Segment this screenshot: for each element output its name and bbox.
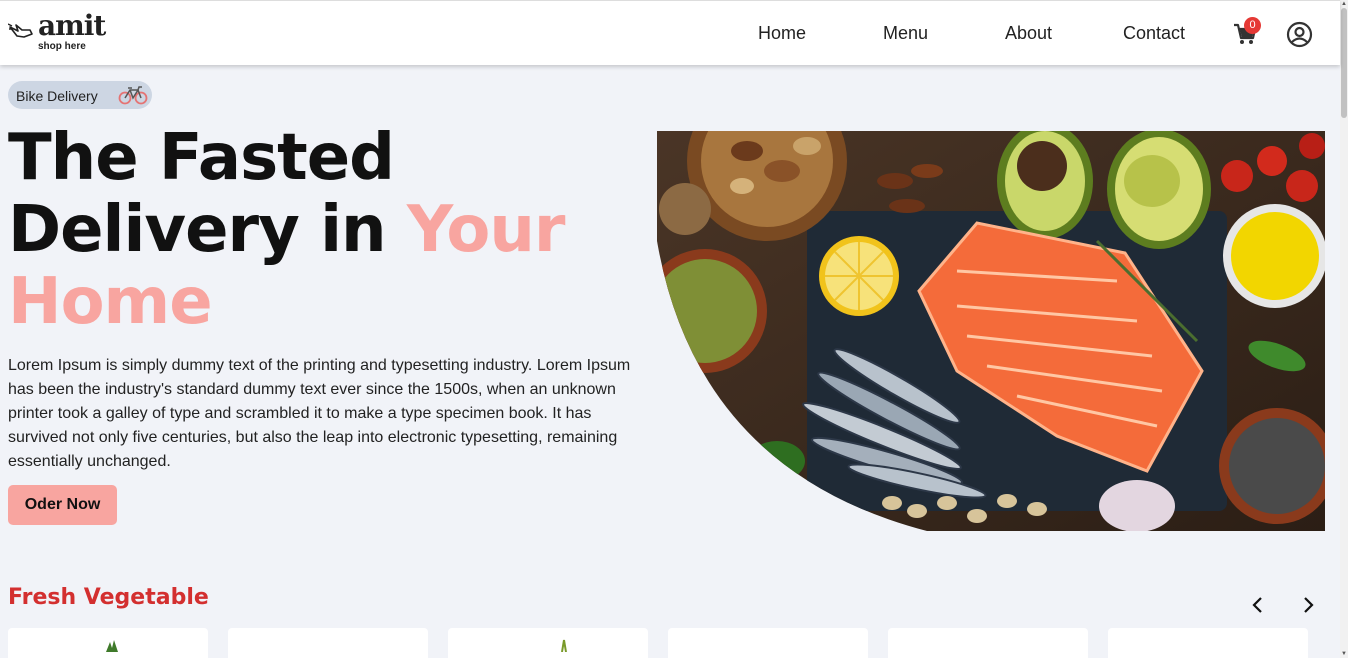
product-card[interactable]	[8, 628, 208, 658]
section-title-fresh-vegetable: Fresh Vegetable	[8, 585, 209, 610]
hero-description: Lorem Ipsum is simply dummy text of the …	[8, 357, 631, 470]
cart-count-badge: 0	[1244, 17, 1261, 34]
scroll-up-arrow-icon[interactable]: ▲	[1340, 0, 1348, 8]
carousel-next-chevron-icon[interactable]	[1296, 593, 1320, 617]
product-card[interactable]	[448, 628, 648, 658]
vegetable-leaf-icon	[106, 640, 118, 652]
brand-name: amit	[38, 9, 106, 42]
hero-title: The Fasted Delivery in Your Home	[8, 122, 648, 338]
product-card[interactable]	[668, 628, 868, 658]
product-card[interactable]	[1108, 628, 1308, 658]
user-account-icon[interactable]	[1286, 21, 1313, 48]
scrollbar-thumb[interactable]	[1341, 8, 1347, 118]
pointing-hand-icon	[8, 23, 33, 38]
delivery-badge-label: Bike Delivery	[16, 88, 98, 104]
nav-about[interactable]: About	[1005, 23, 1052, 44]
brand-tagline: shop here	[38, 41, 86, 52]
hero-title-main: The Fasted Delivery in	[8, 121, 407, 267]
product-card[interactable]	[888, 628, 1088, 658]
brand-logo[interactable]: amit shop here	[8, 9, 108, 55]
nav-menu[interactable]: Menu	[883, 23, 928, 44]
nav-contact[interactable]: Contact	[1123, 23, 1185, 44]
hero-food-image	[657, 131, 1325, 531]
scroll-down-arrow-icon[interactable]: ▼	[1340, 650, 1348, 658]
header: amit shop here Home Menu About Contact 0	[0, 0, 1340, 65]
nav-home[interactable]: Home	[758, 23, 806, 44]
product-card[interactable]	[228, 628, 428, 658]
delivery-badge: Bike Delivery	[8, 81, 152, 109]
bicycle-icon	[118, 86, 148, 105]
vegetable-stem-icon	[561, 639, 567, 652]
carousel-prev-chevron-icon[interactable]	[1246, 593, 1270, 617]
order-now-button[interactable]: Oder Now	[8, 485, 117, 525]
